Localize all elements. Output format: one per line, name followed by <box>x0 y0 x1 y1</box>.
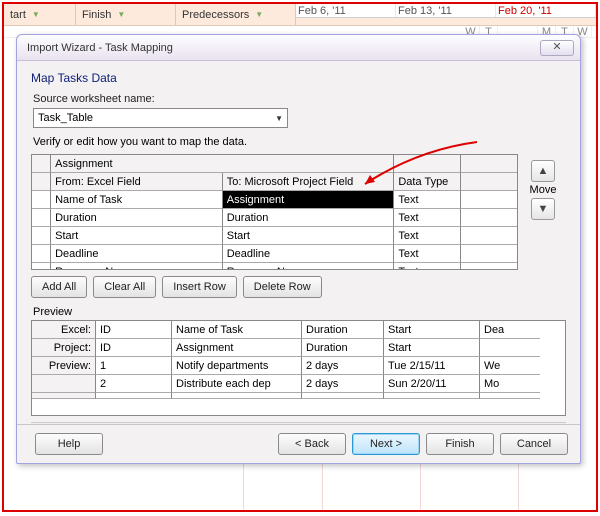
table-row[interactable]: Name of Task Assignment Text <box>32 191 517 209</box>
delete-row-button[interactable]: Delete Row <box>243 276 322 298</box>
cancel-button[interactable]: Cancel <box>500 433 568 455</box>
section-heading: Map Tasks Data <box>31 71 566 85</box>
table-row[interactable]: Resource NamesResource NamesText <box>32 263 517 270</box>
spreadsheet-header: tart▼ Finish▼ Predecessors▼ Feb 6, '11 F… <box>4 4 596 26</box>
chevron-down-icon: ▼ <box>275 114 283 123</box>
move-controls: ▲ Move ▼ <box>522 158 564 222</box>
timeline-header: Feb 6, '11 Feb 13, '11 Feb 20, '11 <box>296 4 596 18</box>
col-predecessors[interactable]: Predecessors▼ <box>176 4 296 25</box>
dialog-title: Import Wizard - Task Mapping <box>27 42 540 54</box>
add-all-button[interactable]: Add All <box>31 276 87 298</box>
chevron-down-icon: ▼ <box>32 10 40 19</box>
source-worksheet-combo[interactable]: Task_Table ▼ <box>33 108 288 128</box>
finish-button[interactable]: Finish <box>426 433 494 455</box>
col-from: From: Excel Field <box>51 173 223 191</box>
combo-value: Task_Table <box>38 112 93 124</box>
next-button[interactable]: Next > <box>352 433 420 455</box>
move-down-button[interactable]: ▼ <box>531 198 555 220</box>
col-type: Data Type <box>394 173 461 191</box>
chevron-down-icon: ▼ <box>255 10 263 19</box>
preview-label: Preview <box>33 306 564 318</box>
table-row[interactable]: DeadlineDeadlineText <box>32 245 517 263</box>
triangle-down-icon: ▼ <box>538 203 549 215</box>
table-row[interactable]: DurationDurationText <box>32 209 517 227</box>
preview-row-label: Preview: <box>32 357 96 375</box>
verify-text: Verify or edit how you want to map the d… <box>33 136 564 148</box>
back-button[interactable]: < Back <box>278 433 346 455</box>
move-label: Move <box>522 184 564 196</box>
move-up-button[interactable]: ▲ <box>531 160 555 182</box>
preview-row-label: Excel: <box>32 321 96 339</box>
preview-row-label: Project: <box>32 339 96 357</box>
preview-grid: Excel: ID Name of Task Duration Start De… <box>31 320 566 416</box>
help-button[interactable]: Help <box>35 433 103 455</box>
import-wizard-dialog: Import Wizard - Task Mapping ✕ Map Tasks… <box>16 34 581 464</box>
mapping-grid[interactable]: Assignment From: Excel Field To: Microso… <box>31 154 518 270</box>
table-row: 2 Distribute each dep 2 days Sun 2/20/11… <box>32 375 565 393</box>
source-label: Source worksheet name: <box>33 93 564 105</box>
dialog-footer: Help < Back Next > Finish Cancel <box>17 424 580 463</box>
col-finish[interactable]: Finish▼ <box>76 4 176 25</box>
insert-row-button[interactable]: Insert Row <box>162 276 237 298</box>
clear-all-button[interactable]: Clear All <box>93 276 156 298</box>
mapping-top-cell[interactable]: Assignment <box>51 155 394 173</box>
col-to: To: Microsoft Project Field <box>223 173 395 191</box>
table-row[interactable]: StartStartText <box>32 227 517 245</box>
dialog-titlebar[interactable]: Import Wizard - Task Mapping ✕ <box>17 35 580 61</box>
close-icon: ✕ <box>552 41 561 53</box>
col-start[interactable]: tart▼ <box>4 4 76 25</box>
selected-to-cell: Assignment <box>223 191 395 209</box>
table-row: Preview: 1 Notify departments 2 days Tue… <box>32 357 565 375</box>
triangle-up-icon: ▲ <box>538 165 549 177</box>
close-button[interactable]: ✕ <box>540 40 574 56</box>
chevron-down-icon: ▼ <box>117 10 125 19</box>
